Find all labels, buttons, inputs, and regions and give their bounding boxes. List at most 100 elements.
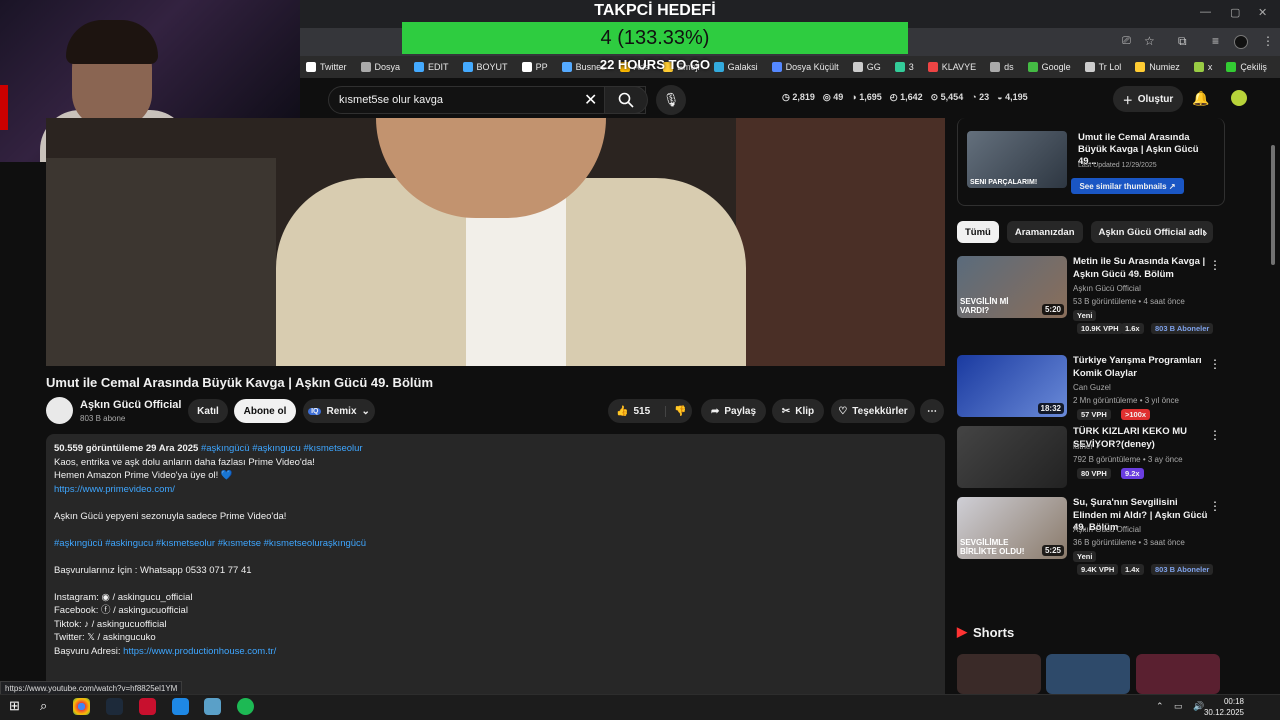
remix-button[interactable]: IQ Remix ⌄ [303, 399, 375, 423]
more-options-icon[interactable]: ⋮ [1209, 357, 1221, 371]
social-instagram[interactable]: Instagram: ◉ / askingucu_official [54, 591, 937, 605]
file-app-icon[interactable] [204, 698, 221, 715]
recommendation-thumbnail[interactable]: SEVGİLİN Mİ VARDI? 5:20 [957, 256, 1067, 318]
join-button[interactable]: Katıl [188, 399, 228, 423]
recommendation-channel[interactable]: Aşkın Gücü Official [1073, 525, 1141, 534]
spotify-icon[interactable] [237, 698, 254, 715]
bookmark-item[interactable]: KLAVYE [927, 62, 976, 72]
profile-icon[interactable] [1234, 35, 1248, 49]
subscribe-button[interactable]: Abone ol [234, 399, 296, 423]
bookmark-item[interactable]: Numiez [1135, 62, 1180, 72]
maximize-icon[interactable]: ▢ [1230, 6, 1240, 19]
short-thumbnail[interactable] [957, 654, 1041, 694]
clip-button[interactable]: ✂ Klip [772, 399, 824, 423]
cast-icon[interactable]: ⎚ [1122, 35, 1131, 48]
recommendation-meta: 36 B görüntüleme • 3 saat önce [1073, 538, 1185, 547]
like-count[interactable]: 515 [633, 406, 650, 417]
chevron-right-icon[interactable]: › [1203, 225, 1207, 240]
bookmark-label: 3 [908, 62, 914, 72]
recommendation-item[interactable]: TÜRK KIZLARI KEKO MU SEVİYOR?(deney) luth… [957, 426, 1225, 492]
thanks-button[interactable]: ♡ Teşekkürler [831, 399, 915, 423]
clear-search-icon[interactable]: ✕ [584, 90, 597, 110]
filter-chip[interactable]: Aşkın Gücü Official adlı [1090, 221, 1214, 243]
filter-chip[interactable]: Tümü [957, 221, 999, 243]
more-options-icon[interactable]: ⋮ [1209, 499, 1221, 513]
thumbnail-card-image[interactable]: SENI PARÇALARIM! [967, 131, 1067, 188]
channel-avatar[interactable] [46, 397, 73, 424]
bookmark-item[interactable]: Google [1027, 62, 1071, 72]
recommendation-item[interactable]: 18:32 Türkiye Yarışma Programları Komik O… [957, 355, 1225, 421]
short-thumbnail[interactable] [1046, 654, 1130, 694]
chrome-icon[interactable] [73, 698, 90, 715]
recommendation-title[interactable]: Türkiye Yarışma Programları Komik Olayla… [1073, 355, 1208, 380]
recommendation-item[interactable]: SEVGİLİN Mİ VARDI? 5:20 Metin ile Su Arası… [957, 256, 1225, 334]
more-options-icon[interactable]: ⋮ [1209, 428, 1221, 442]
voice-search-button[interactable]: 🎙 [656, 85, 686, 115]
clock-date: 30.12.2025 [1203, 708, 1244, 717]
more-options-icon[interactable]: ⋮ [1209, 258, 1221, 272]
close-icon[interactable]: ✕ [1258, 6, 1267, 19]
photo-app-icon[interactable] [172, 698, 189, 715]
clip-label: Klip [795, 405, 815, 417]
notifications-bell-icon[interactable]: 🔔 [1192, 90, 1209, 107]
extensions-icon[interactable]: ⧉ [1178, 34, 1187, 49]
bookmark-item[interactable]: Twitter [306, 62, 347, 72]
share-button[interactable]: ➦ Paylaş [701, 399, 766, 423]
plus-icon: ＋ [1122, 95, 1133, 107]
stat-value: 23 [979, 92, 990, 102]
filter-chips: Tümü Aramanızdan Aşkın Gücü Official adlı [957, 221, 1214, 243]
description-link[interactable]: https://www.primevideo.com/ [54, 483, 937, 497]
bookmark-item[interactable]: ds [990, 62, 1014, 72]
social-facebook[interactable]: Facebook: ⓕ / askingucuofficial [54, 604, 937, 618]
windows-start-icon[interactable]: ⊞ [9, 698, 26, 715]
bookmark-item[interactable]: Tr Lol [1084, 62, 1121, 72]
channel-name[interactable]: Aşkın Gücü Official [80, 399, 181, 411]
recommendation-channel[interactable]: Can Guzel [1073, 383, 1111, 392]
social-twitter[interactable]: Twitter: 𝕏 / askingucuko [54, 631, 937, 645]
new-badge: Yeni [1073, 310, 1097, 321]
recommendation-channel[interactable]: Aşkın Gücü Official [1073, 284, 1141, 293]
recommendation-item[interactable]: SEVGİLİMLE BİRLİKTE OLDU! 5:25 Su, Şura'nı… [957, 497, 1225, 575]
account-avatar[interactable] [1231, 90, 1247, 106]
like-dislike-group: 👍 515 👎 [608, 399, 692, 423]
search-taskbar-icon[interactable]: ⌕ [40, 698, 57, 715]
scrollbar[interactable] [1271, 145, 1275, 265]
description-hashtags[interactable]: #aşkıngücü #askingucu #kısmetseolur #kıs… [54, 537, 937, 551]
recommendation-title[interactable]: Metin ile Su Arasında Kavga | Aşkın Gücü… [1073, 256, 1208, 281]
see-similar-thumbnails-button[interactable]: See similar thumbnails ↗ [1071, 178, 1184, 194]
media-icon[interactable]: ≡ [1212, 34, 1219, 48]
create-button[interactable]: ＋ Oluştur [1113, 86, 1183, 112]
recommendation-channel[interactable]: luther ✓ [1073, 442, 1102, 451]
more-actions-button[interactable]: ⋯ [920, 399, 944, 423]
bookmark-item[interactable]: Çekiliş [1226, 62, 1267, 72]
stat-value: 1,642 [900, 92, 923, 102]
menu-icon[interactable]: ⋮ [1262, 34, 1274, 48]
dislike-icon[interactable]: 👎 [665, 405, 687, 417]
recommendation-meta: 2 Mn görüntüleme • 3 yıl önce [1073, 396, 1179, 405]
stat-item: ◎ 49 [823, 92, 843, 103]
video-description[interactable]: 50.559 görüntüleme 29 Ara 2025 #aşkıngüc… [46, 434, 945, 694]
game-app-icon[interactable] [139, 698, 156, 715]
bookmark-icon [360, 62, 371, 72]
top-hashtags[interactable]: #aşkıngücü #aşkıngucu #kısmetseolur [201, 443, 363, 454]
social-tiktok[interactable]: Tiktok: ♪ / askingucuofficial [54, 618, 937, 632]
filter-chip[interactable]: Aramanızdan [1006, 221, 1083, 243]
bookmark-star-icon[interactable]: ☆ [1144, 34, 1155, 48]
league-icon[interactable] [106, 698, 123, 715]
recommendation-thumbnail[interactable] [957, 426, 1067, 488]
search-icon [618, 92, 634, 108]
bookmark-item[interactable]: x [1193, 62, 1212, 72]
bookmark-item[interactable]: Dosya [360, 62, 400, 72]
taskbar-clock[interactable]: 00:18 30.12.2025 [1198, 696, 1244, 718]
short-thumbnail[interactable] [1136, 654, 1220, 694]
taskbar [0, 694, 1280, 720]
recommendation-thumbnail[interactable]: 18:32 [957, 355, 1067, 417]
remix-icon: IQ [308, 407, 322, 415]
video-player[interactable] [46, 118, 945, 366]
recommendation-thumbnail[interactable]: SEVGİLİMLE BİRLİKTE OLDU! 5:25 [957, 497, 1067, 559]
minimize-icon[interactable]: — [1200, 6, 1211, 18]
like-icon[interactable]: 👍 [616, 406, 628, 417]
search-button[interactable] [604, 86, 648, 114]
address-link[interactable]: https://www.productionhouse.com.tr/ [123, 646, 276, 657]
search-input[interactable]: kısmet5se olur kavga [328, 86, 646, 114]
